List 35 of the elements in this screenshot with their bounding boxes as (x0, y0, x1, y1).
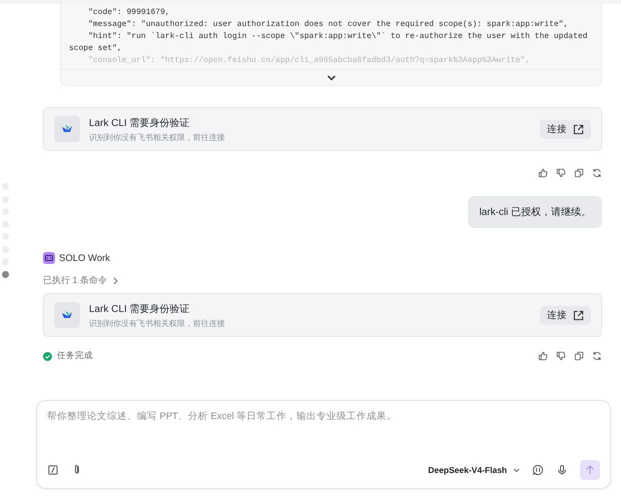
refresh-icon[interactable] (592, 351, 602, 361)
refresh-icon[interactable] (592, 168, 602, 178)
chat-bubble-icon[interactable] (532, 464, 544, 476)
external-link-icon (573, 310, 584, 320)
thumbs-up-icon[interactable] (538, 168, 548, 178)
connect-button[interactable]: 连接 (540, 306, 591, 324)
arrow-up-icon (585, 465, 595, 475)
card-subtitle: 识别到你没有飞书相关权限，前往连接 (89, 132, 226, 142)
agent-name: SOLO Work (59, 252, 110, 264)
check-circle-icon (43, 352, 52, 360)
user-message: lark-cli 已授权，请继续。 (468, 196, 602, 228)
copy-icon[interactable] (574, 168, 584, 178)
chevron-right-icon[interactable] (113, 276, 118, 284)
connect-button[interactable]: 连接 (540, 120, 591, 138)
card-title: Lark CLI 需要身份验证 (89, 116, 191, 130)
microphone-icon[interactable] (556, 464, 568, 476)
model-selector[interactable]: DeepSeek-V4-Flash (428, 465, 520, 475)
timeline-dot[interactable] (2, 270, 9, 278)
commands-link[interactable]: 已执行 1 条命令 (43, 274, 108, 287)
thumbs-down-icon[interactable] (556, 351, 566, 361)
card-title: Lark CLI 需要身份验证 (89, 302, 191, 316)
card-subtitle: 识别到你没有飞书相关权限，前往连接 (89, 318, 226, 328)
app-logo-icon (54, 302, 80, 328)
thumbs-down-icon[interactable] (556, 168, 566, 178)
status-text: 任务完成 (57, 350, 93, 362)
thumbs-up-icon[interactable] (538, 351, 548, 361)
chevron-down-icon (513, 468, 520, 472)
external-link-icon (573, 124, 584, 134)
app-logo-icon (54, 116, 80, 142)
slash-square-icon[interactable] (47, 464, 59, 476)
chevron-down-icon (326, 74, 336, 80)
message-composer[interactable]: 帮你整理论文综述、编写 PPT、分析 Excel 等日常工作，输出专业级工作成果。 DeepSeek-V4-Flash (36, 400, 611, 489)
copy-icon[interactable] (574, 351, 584, 361)
code-text: "code": 99991679, "message": "unauthorized: user authorization does not cover the required scope(s): spark:app:write", "hint": "run `lark-cli auth login --scope \"spark:app:write\"` to re-authorize the user with the updated scope set", "console_url": "https://open.feishu.cn/app/cli_a965abcba6fadbd3/auth?q=spark%3Aapp%3Awrite", (68, 7, 588, 67)
agent-avatar-icon (43, 252, 55, 264)
